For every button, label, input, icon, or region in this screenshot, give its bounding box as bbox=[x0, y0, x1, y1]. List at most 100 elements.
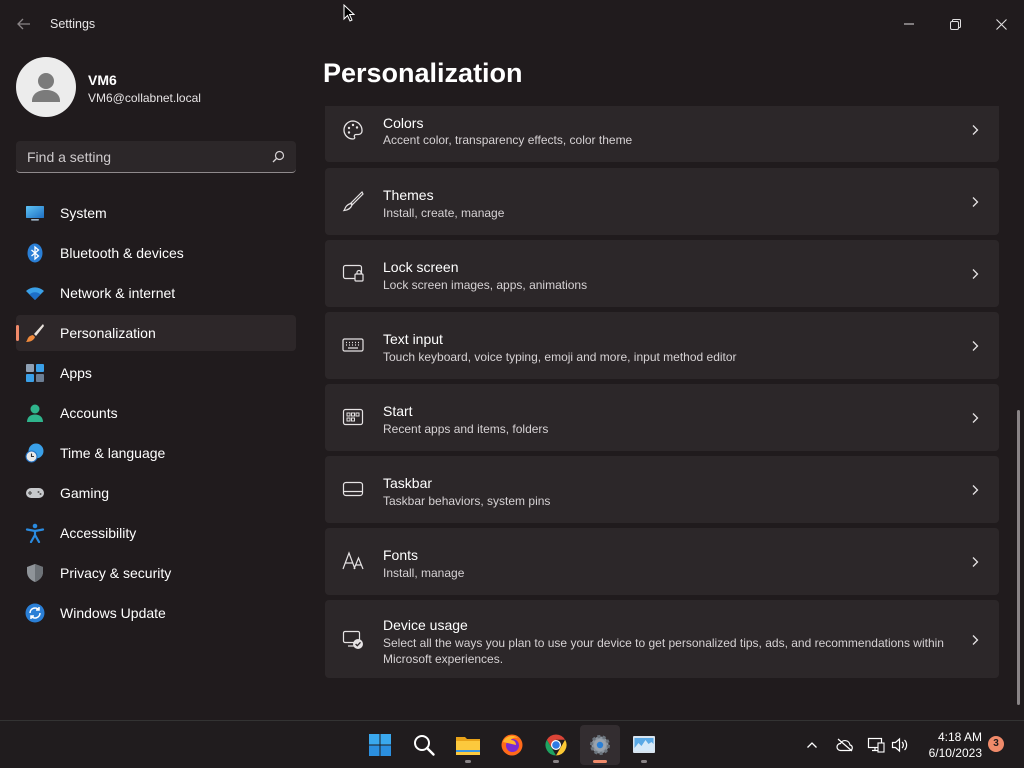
minimize-button[interactable] bbox=[886, 8, 932, 40]
bluetooth-icon bbox=[27, 243, 43, 263]
card-title: Text input bbox=[383, 331, 443, 347]
mouse-cursor-icon bbox=[343, 4, 355, 22]
file-explorer-icon bbox=[456, 737, 480, 755]
taskbar-firefox[interactable] bbox=[492, 725, 532, 765]
sidebar-item-windows-update[interactable]: Windows Update bbox=[16, 595, 296, 631]
chevron-right-icon bbox=[972, 635, 979, 645]
task-manager-icon bbox=[633, 736, 655, 753]
sidebar-item-system[interactable]: System bbox=[16, 195, 296, 231]
sidebar-item-accessibility[interactable]: Accessibility bbox=[16, 515, 296, 551]
start-icon bbox=[342, 408, 364, 426]
sidebar-item-label: Windows Update bbox=[60, 605, 166, 621]
system-clock[interactable]: 4:18 AM 6/10/2023 bbox=[918, 729, 982, 761]
sidebar-item-network[interactable]: Network & internet bbox=[16, 275, 296, 311]
update-icon bbox=[25, 603, 45, 623]
sidebar-item-accounts[interactable]: Accounts bbox=[16, 395, 296, 431]
card-start[interactable]: Start Recent apps and items, folders bbox=[325, 384, 999, 451]
taskbar-file-explorer[interactable] bbox=[448, 725, 488, 765]
sidebar-item-label: Network & internet bbox=[60, 285, 176, 301]
shield-icon bbox=[27, 564, 43, 582]
chevron-right-icon bbox=[972, 557, 979, 567]
windows-start-icon bbox=[369, 734, 391, 756]
card-device-usage[interactable]: Device usage Select all the ways you pla… bbox=[325, 600, 999, 678]
paintbrush-icon bbox=[26, 324, 44, 342]
card-description: Recent apps and items, folders bbox=[383, 422, 549, 436]
card-colors[interactable]: Colors Accent color, transparency effect… bbox=[325, 106, 999, 162]
chevron-right-icon bbox=[972, 413, 979, 423]
sidebar-item-label: Gaming bbox=[60, 485, 110, 501]
card-title: Device usage bbox=[383, 617, 468, 633]
lock-screen-icon bbox=[342, 264, 364, 282]
card-themes[interactable]: Themes Install, create, manage bbox=[325, 168, 999, 235]
chrome-icon bbox=[545, 734, 567, 756]
clock-time: 4:18 AM bbox=[937, 730, 982, 744]
wifi-icon bbox=[26, 287, 44, 300]
apps-icon bbox=[26, 364, 44, 382]
user-name: VM6 bbox=[88, 72, 117, 88]
maximize-button[interactable] bbox=[932, 8, 978, 40]
sidebar-item-time-language[interactable]: Time & language bbox=[16, 435, 296, 471]
onedrive-tray[interactable] bbox=[835, 735, 855, 755]
running-indicator bbox=[553, 760, 559, 763]
card-description: Install, create, manage bbox=[383, 206, 505, 220]
start-button[interactable] bbox=[360, 725, 400, 765]
running-indicator bbox=[465, 760, 471, 763]
back-button[interactable] bbox=[12, 12, 36, 36]
search-icon[interactable] bbox=[270, 149, 286, 165]
card-fonts[interactable]: Fonts Install, manage bbox=[325, 528, 999, 595]
network-tray[interactable] bbox=[866, 735, 886, 755]
user-email: VM6@collabnet.local bbox=[88, 91, 201, 105]
sidebar-item-label: Accounts bbox=[60, 405, 118, 421]
search-icon bbox=[414, 735, 435, 756]
card-lock-screen[interactable]: Lock screen Lock screen images, apps, an… bbox=[325, 240, 999, 307]
scrollbar[interactable] bbox=[1017, 410, 1020, 705]
search-input[interactable] bbox=[16, 141, 266, 172]
taskbar: 4:18 AM 6/10/2023 bbox=[0, 720, 1024, 768]
sidebar-item-label: Apps bbox=[60, 365, 92, 381]
notification-badge[interactable]: 3 bbox=[988, 736, 1004, 752]
sidebar-item-label: Time & language bbox=[60, 445, 166, 461]
card-taskbar[interactable]: Taskbar Taskbar behaviors, system pins bbox=[325, 456, 999, 523]
card-text-input[interactable]: Text input Touch keyboard, voice typing,… bbox=[325, 312, 999, 379]
taskbar-chrome[interactable] bbox=[536, 725, 576, 765]
card-description: Taskbar behaviors, system pins bbox=[383, 494, 551, 508]
sidebar-item-privacy-security[interactable]: Privacy & security bbox=[16, 555, 296, 591]
person-icon bbox=[27, 404, 43, 422]
card-title: Start bbox=[383, 403, 413, 419]
chevron-right-icon bbox=[972, 485, 979, 495]
sidebar-item-bluetooth[interactable]: Bluetooth & devices bbox=[16, 235, 296, 271]
volume-tray[interactable] bbox=[890, 735, 910, 755]
card-description: Install, manage bbox=[383, 566, 465, 580]
keyboard-icon bbox=[342, 338, 364, 352]
show-hidden-icons-button[interactable] bbox=[802, 735, 822, 755]
speaker-icon bbox=[891, 737, 908, 753]
sidebar-item-personalization[interactable]: Personalization bbox=[16, 315, 296, 351]
restore-icon bbox=[949, 18, 961, 30]
sidebar-item-label: System bbox=[60, 205, 107, 221]
taskbar-search-button[interactable] bbox=[404, 725, 444, 765]
chevron-right-icon bbox=[972, 125, 979, 135]
chevron-right-icon bbox=[972, 197, 979, 207]
avatar bbox=[16, 57, 76, 117]
card-description: Lock screen images, apps, animations bbox=[383, 278, 588, 292]
user-profile[interactable]: VM6 VM6@collabnet.local bbox=[16, 57, 306, 117]
taskbar-task-manager[interactable] bbox=[624, 725, 664, 765]
gamepad-icon bbox=[26, 488, 44, 498]
minimize-icon bbox=[904, 23, 914, 25]
close-button[interactable] bbox=[978, 8, 1024, 40]
clock-date: 6/10/2023 bbox=[928, 746, 982, 760]
sidebar-item-label: Privacy & security bbox=[60, 565, 172, 581]
taskbar-icon bbox=[342, 481, 364, 497]
taskbar-settings[interactable] bbox=[580, 725, 620, 765]
network-wired-icon bbox=[867, 737, 885, 753]
palette-icon bbox=[343, 120, 363, 140]
running-indicator bbox=[641, 760, 647, 763]
card-title: Lock screen bbox=[383, 259, 459, 275]
accessibility-icon bbox=[25, 523, 45, 543]
brush-icon bbox=[342, 190, 364, 212]
card-title: Taskbar bbox=[383, 475, 433, 491]
firefox-icon bbox=[501, 734, 523, 756]
sidebar-item-apps[interactable]: Apps bbox=[16, 355, 296, 391]
sidebar-item-gaming[interactable]: Gaming bbox=[16, 475, 296, 511]
card-title: Fonts bbox=[383, 547, 419, 563]
